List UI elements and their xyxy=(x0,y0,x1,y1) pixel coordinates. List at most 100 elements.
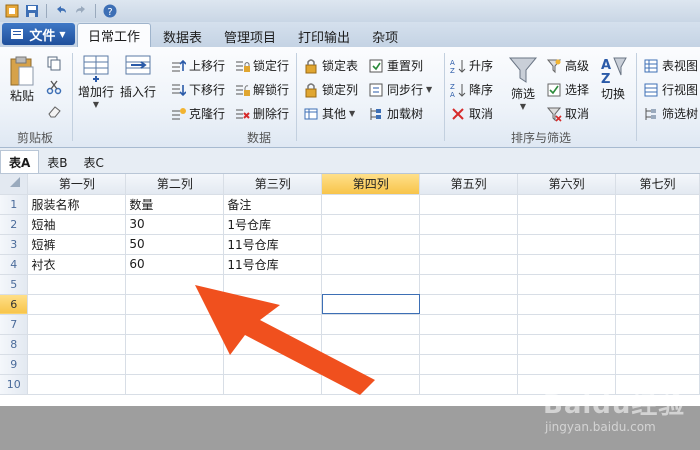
row-header[interactable]: 9 xyxy=(0,354,29,375)
table-cell[interactable] xyxy=(27,374,127,395)
sheet-tab-a[interactable]: 表A xyxy=(0,150,40,173)
row-header[interactable]: 10 xyxy=(0,374,29,395)
table-cell[interactable] xyxy=(517,254,617,275)
table-cell[interactable] xyxy=(419,354,519,375)
table-cell[interactable] xyxy=(27,274,127,295)
tab-misc[interactable]: 杂项 xyxy=(362,25,408,47)
table-view-button[interactable]: 表视图 xyxy=(643,57,698,74)
table-cell[interactable] xyxy=(517,214,617,235)
table-cell[interactable] xyxy=(419,214,519,235)
app-icon[interactable] xyxy=(4,3,20,19)
file-menu-button[interactable]: 文件 ▼ xyxy=(2,23,75,45)
column-header[interactable]: 第五列 xyxy=(419,174,519,195)
table-cell[interactable] xyxy=(419,334,519,355)
table-cell[interactable] xyxy=(419,234,519,255)
column-header[interactable]: 第一列 xyxy=(27,174,127,195)
row-header[interactable]: 2 xyxy=(0,214,29,235)
copy-button[interactable] xyxy=(46,55,62,71)
sheet-tab-b[interactable]: 表B xyxy=(39,151,75,173)
eraser-button[interactable] xyxy=(46,103,62,119)
table-cell[interactable] xyxy=(321,194,421,215)
tab-data-table[interactable]: 数据表 xyxy=(153,25,212,47)
column-header[interactable]: 第三列 xyxy=(223,174,323,195)
table-cell[interactable] xyxy=(27,314,127,335)
table-cell[interactable] xyxy=(321,234,421,255)
tab-print-output[interactable]: 打印输出 xyxy=(288,25,360,47)
table-cell[interactable] xyxy=(615,354,700,375)
table-cell[interactable] xyxy=(517,274,617,295)
table-cell[interactable]: 1号仓库 xyxy=(223,214,323,235)
row-view-button[interactable]: 行视图 xyxy=(643,81,698,98)
move-up-row-button[interactable]: 上移行 xyxy=(170,57,225,74)
table-cell[interactable] xyxy=(615,214,700,235)
table-cell[interactable] xyxy=(615,254,700,275)
column-header[interactable]: 第二列 xyxy=(125,174,225,195)
add-row-button[interactable]: 增加行 ▼ xyxy=(78,53,114,109)
lock-row-button[interactable]: 锁定行 xyxy=(234,57,289,74)
tab-manage-project[interactable]: 管理项目 xyxy=(214,25,286,47)
table-cell[interactable] xyxy=(321,214,421,235)
save-icon[interactable] xyxy=(24,3,40,19)
cancel-sort-button[interactable]: 取消 xyxy=(450,105,493,122)
lock-column-button[interactable]: 锁定列 xyxy=(303,81,358,98)
row-header[interactable]: 8 xyxy=(0,334,29,355)
table-cell[interactable]: 11号仓库 xyxy=(223,254,323,275)
table-cell[interactable]: 服装名称 xyxy=(27,194,127,215)
lock-table-button[interactable]: 锁定表 xyxy=(303,57,358,74)
table-cell[interactable] xyxy=(517,354,617,375)
table-cell[interactable] xyxy=(27,294,127,315)
sort-ascending-button[interactable]: AZ 升序 xyxy=(450,57,493,74)
row-header[interactable]: 7 xyxy=(0,314,29,335)
table-cell[interactable] xyxy=(517,194,617,215)
cancel-filter-button[interactable]: 取消 xyxy=(546,105,589,122)
undo-icon[interactable] xyxy=(53,3,69,19)
table-cell[interactable] xyxy=(615,314,700,335)
table-cell[interactable]: 衬衣 xyxy=(27,254,127,275)
table-cell[interactable]: 30 xyxy=(125,214,225,235)
redo-icon[interactable] xyxy=(73,3,89,19)
column-header[interactable]: 第七列 xyxy=(615,174,700,195)
table-cell[interactable] xyxy=(615,334,700,355)
other-button[interactable]: 其他 ▼ xyxy=(303,105,355,122)
filter-button[interactable]: 筛选 ▼ xyxy=(508,55,538,111)
table-cell[interactable]: 数量 xyxy=(125,194,225,215)
move-down-row-button[interactable]: 下移行 xyxy=(170,81,225,98)
filter-tree-button[interactable]: 筛选树 xyxy=(643,105,698,122)
reset-column-button[interactable]: 重置列 xyxy=(368,57,423,74)
table-cell[interactable]: 11号仓库 xyxy=(223,234,323,255)
row-header[interactable]: 5 xyxy=(0,274,29,295)
table-cell[interactable] xyxy=(419,254,519,275)
tab-daily-work[interactable]: 日常工作 xyxy=(77,23,152,47)
table-cell[interactable] xyxy=(27,354,127,375)
clone-row-button[interactable]: 克隆行 xyxy=(170,105,225,122)
column-header[interactable]: 第六列 xyxy=(517,174,617,195)
table-cell[interactable] xyxy=(517,294,617,315)
table-cell[interactable] xyxy=(615,294,700,315)
delete-row-button[interactable]: 删除行 xyxy=(234,105,289,122)
table-cell[interactable]: 60 xyxy=(125,254,225,275)
cut-button[interactable] xyxy=(46,79,62,95)
row-header[interactable]: 3 xyxy=(0,234,29,255)
table-cell[interactable] xyxy=(517,234,617,255)
table-cell[interactable] xyxy=(419,294,519,315)
load-tree-button[interactable]: 加载树 xyxy=(368,105,423,122)
table-cell[interactable]: 备注 xyxy=(223,194,323,215)
table-cell[interactable] xyxy=(615,194,700,215)
select-filter-button[interactable]: 选择 xyxy=(546,81,589,98)
table-cell[interactable] xyxy=(27,334,127,355)
sheet-tab-c[interactable]: 表C xyxy=(76,151,112,173)
paste-button[interactable]: 粘贴 xyxy=(8,55,36,104)
sort-descending-button[interactable]: ZA 降序 xyxy=(450,81,493,98)
table-cell[interactable] xyxy=(419,194,519,215)
switch-button[interactable]: AZ 切换 xyxy=(598,55,628,102)
table-cell[interactable] xyxy=(419,274,519,295)
column-header[interactable]: 第四列 xyxy=(321,174,421,195)
table-cell[interactable]: 短裤 xyxy=(27,234,127,255)
sync-row-button[interactable]: 同步行 ▼ xyxy=(368,81,432,98)
table-cell[interactable] xyxy=(419,374,519,395)
table-cell[interactable] xyxy=(517,334,617,355)
table-cell[interactable] xyxy=(615,234,700,255)
table-cell[interactable] xyxy=(321,254,421,275)
table-cell[interactable]: 短袖 xyxy=(27,214,127,235)
table-cell[interactable] xyxy=(615,274,700,295)
